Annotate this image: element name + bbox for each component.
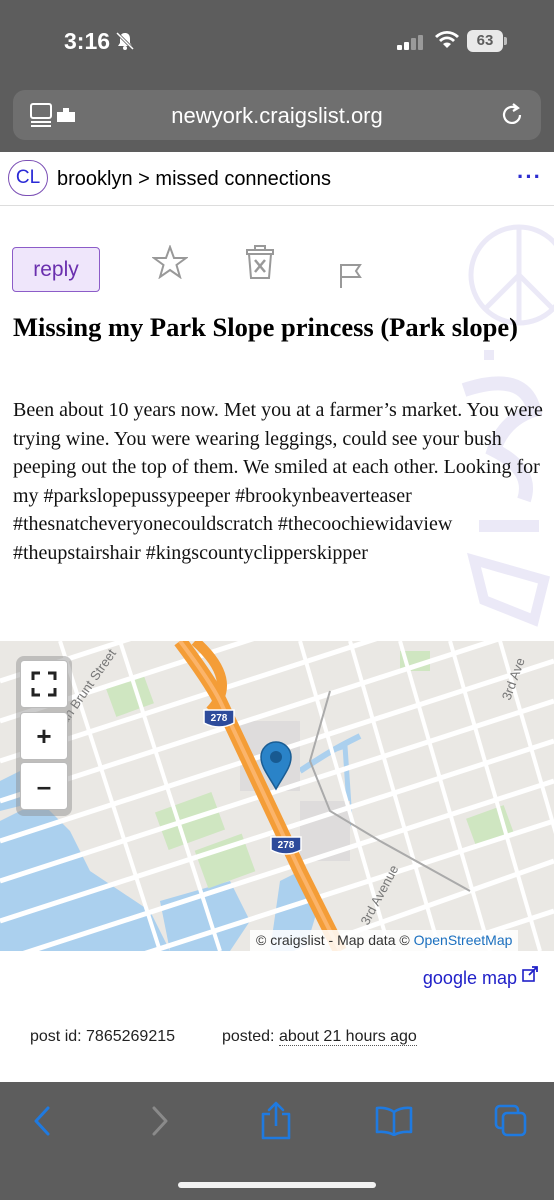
breadcrumb: brooklyn > missed connections [57,168,331,191]
status-bar: 3:16 63 [0,0,554,80]
craigslist-logo[interactable]: CL [8,160,48,196]
fullscreen-button[interactable] [20,660,68,708]
map-pin-icon[interactable] [258,739,294,791]
google-map-link[interactable]: google map [423,966,538,989]
zoom-in-button[interactable]: + [20,712,68,760]
map[interactable]: 278 278 Van Brunt Street 3rd Ave 3rd Ave… [0,641,554,951]
map-attribution: © craigslist - Map data © OpenStreetMap [250,930,519,952]
post-id: post id: 7865269215 [30,1028,176,1045]
more-menu-button[interactable]: ··· [517,164,542,190]
tabs-icon[interactable] [494,1104,528,1138]
battery-tip [504,37,507,45]
map-attribution-prefix: © craigslist - Map data © [256,932,414,948]
forward-icon[interactable] [148,1104,172,1138]
reload-icon[interactable] [499,102,525,128]
back-icon[interactable] [30,1104,54,1138]
browser-chrome: 3:16 63 newyork.craigslist.org [0,0,554,152]
battery-level: 63 [467,30,503,52]
reply-button[interactable]: reply [12,247,100,292]
breadcrumb-section[interactable]: missed connections [155,168,331,190]
map-tiles[interactable]: 278 278 Van Brunt Street 3rd Ave 3rd Ave… [0,641,554,951]
share-icon[interactable] [259,1100,293,1140]
home-indicator[interactable] [178,1182,376,1188]
craigslist-header: CL brooklyn > missed connections ··· [0,152,554,206]
posted-time: about 21 hours ago [278,1028,417,1046]
map-controls: + – [16,656,72,816]
status-time: 3:16 [64,28,111,54]
cellular-signal-icon [397,35,423,50]
breadcrumb-separator: > [132,168,156,190]
address-bar[interactable]: newyork.craigslist.org [13,90,541,140]
silent-mode-icon [115,31,135,51]
flag-icon[interactable] [338,262,364,290]
openstreetmap-link[interactable]: OpenStreetMap [414,932,513,948]
breadcrumb-area[interactable]: brooklyn [57,168,133,190]
fullscreen-icon [31,671,57,697]
url-text[interactable]: newyork.craigslist.org [13,103,541,129]
highway-shield-label: 278 [211,713,228,724]
zoom-out-button[interactable]: – [20,762,68,810]
google-map-label[interactable]: google map [423,968,517,988]
favorite-star-icon[interactable] [152,245,188,279]
posting-title: Missing my Park Slope princess (Park slo… [13,312,518,342]
highway-shield: 278 [203,709,235,728]
highway-shield-label: 278 [278,840,295,851]
bookmarks-icon[interactable] [375,1106,413,1136]
battery-indicator: 63 [467,30,507,52]
hide-trash-icon[interactable] [243,244,277,282]
posted-label: posted: [222,1028,279,1045]
posting-body: Been about 10 years now. Met you at a fa… [13,399,543,564]
highway-shield: 278 [270,836,302,855]
posted-info: posted: about 21 hours ago [222,1028,417,1046]
wifi-icon [435,31,459,48]
external-link-icon [522,966,538,982]
